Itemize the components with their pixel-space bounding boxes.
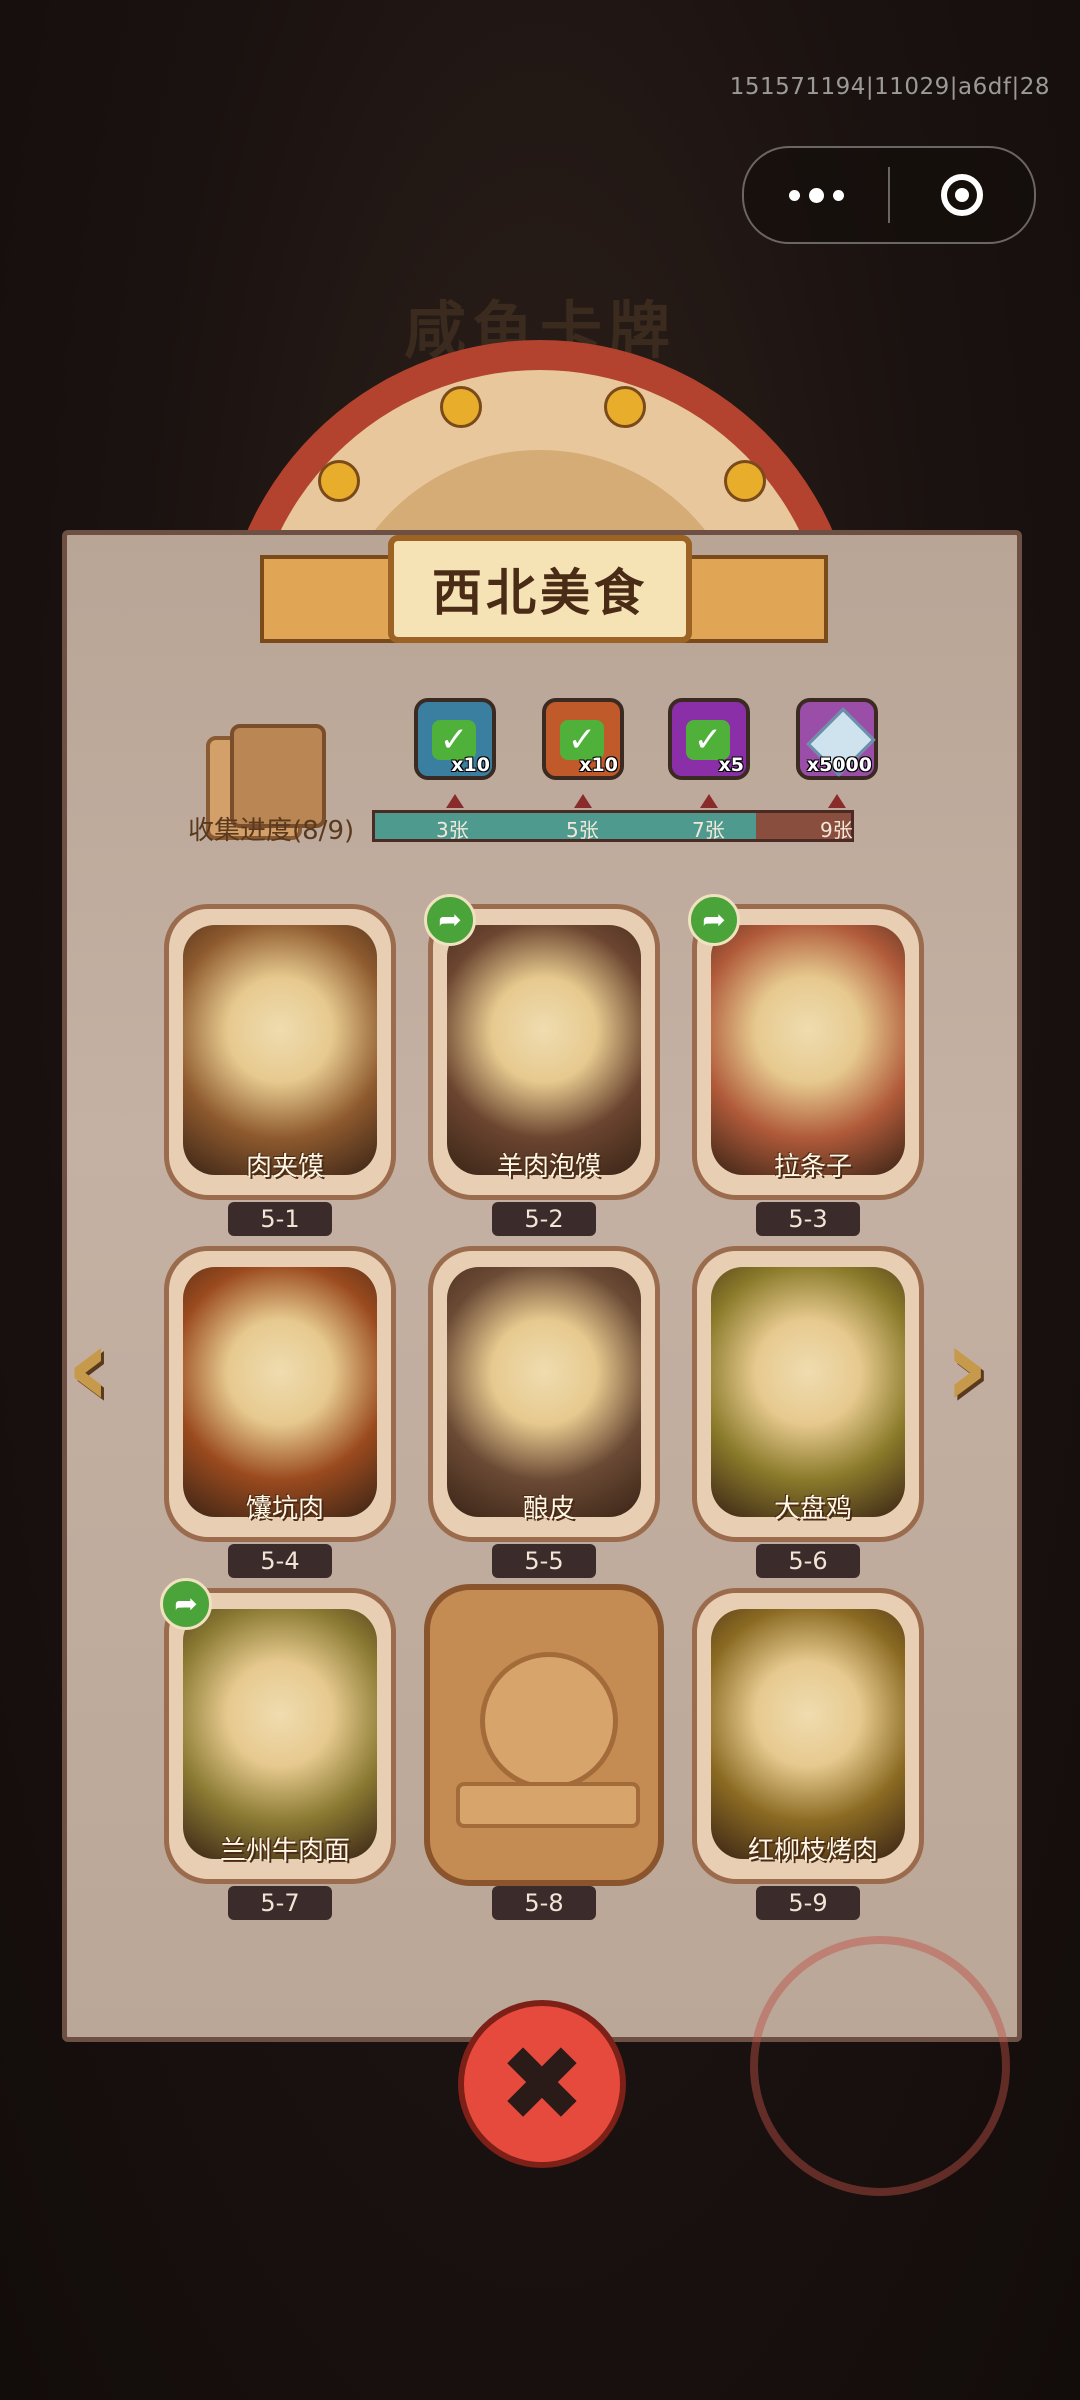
reward-quantity: x10 — [451, 754, 490, 776]
food-card-name: 馕坑肉 — [245, 1494, 324, 1524]
reward-crystal-gem-icon[interactable]: x5000 — [796, 698, 878, 780]
panel-title-ribbon: 西北美食 — [388, 535, 692, 643]
milestone-pointer — [828, 794, 846, 808]
card-number-tag: 5-6 — [756, 1544, 860, 1578]
food-card[interactable]: 肉夹馍 — [164, 904, 396, 1200]
card-number-tag: 5-2 — [492, 1202, 596, 1236]
card-number-tag: 5-3 — [756, 1202, 860, 1236]
exit-button[interactable] — [890, 148, 1034, 242]
more-dots-icon — [788, 187, 844, 203]
ribbon-right-tail — [670, 555, 828, 643]
reward-quantity: x5 — [718, 754, 744, 776]
locked-card[interactable] — [424, 1584, 664, 1886]
card-number-tag: 5-4 — [228, 1544, 332, 1578]
chevron-right-icon[interactable]: › — [944, 1312, 1014, 1422]
share-arrow-icon[interactable]: ➦ — [424, 894, 476, 946]
food-card-name: 羊肉泡馍 — [496, 1152, 601, 1182]
reward-quantity: x10 — [579, 754, 618, 776]
milestone-label: 3张 — [436, 818, 469, 842]
milestone-pointer — [574, 794, 592, 808]
card-number-tag: 5-9 — [756, 1886, 860, 1920]
chevron-left-icon[interactable]: ‹ — [66, 1312, 136, 1422]
card-number-tag: 5-1 — [228, 1202, 332, 1236]
food-card-name: 酿皮 — [522, 1494, 575, 1524]
close-button[interactable]: ✖ — [458, 2000, 626, 2168]
target-circle-icon — [941, 174, 983, 216]
food-card[interactable]: 羊肉泡馍 — [428, 904, 660, 1200]
food-illustration — [711, 925, 905, 1175]
milestone-label: 7张 — [692, 818, 725, 842]
locked-card-ribbon — [456, 1782, 640, 1828]
close-x-icon: ✖ — [498, 2023, 586, 2145]
reward-treasure-chest-icon[interactable]: ✓ x10 — [414, 698, 496, 780]
food-card[interactable]: 拉条子 — [692, 904, 924, 1200]
food-illustration — [711, 1267, 905, 1517]
milestone-label: 5张 — [566, 818, 599, 842]
arch-knob-icon — [724, 460, 766, 502]
panel-title: 西北美食 — [432, 564, 648, 622]
arch-knob-icon — [604, 386, 646, 428]
food-card[interactable]: 馕坑肉 — [164, 1246, 396, 1542]
milestone-pointer — [446, 794, 464, 808]
food-card-name: 肉夹馍 — [245, 1152, 324, 1182]
food-card-name: 红柳枝烤肉 — [747, 1836, 878, 1866]
food-illustration — [183, 1609, 377, 1859]
card-stack-icon — [206, 724, 326, 840]
share-arrow-icon[interactable]: ➦ — [160, 1578, 212, 1630]
seal-stamp — [750, 1936, 1010, 2196]
arch-knob-icon — [318, 460, 360, 502]
reward-scroll-ticket-icon[interactable]: ✓ x10 — [542, 698, 624, 780]
locked-card-emblem-icon — [480, 1652, 618, 1790]
card-number-tag: 5-5 — [492, 1544, 596, 1578]
food-illustration — [447, 925, 641, 1175]
milestone-pointer — [700, 794, 718, 808]
reward-quantity: x5000 — [806, 754, 872, 776]
food-card-name: 兰州牛肉面 — [219, 1836, 350, 1866]
food-card[interactable]: 兰州牛肉面 — [164, 1588, 396, 1884]
game-screen: 151571194|11029|a6df|28 咸鱼卡牌 西北美食 收集进度(8… — [0, 0, 1080, 2400]
food-card-name: 大盘鸡 — [773, 1494, 852, 1524]
collection-progress-label: 收集进度(8/9) — [188, 816, 355, 846]
food-illustration — [447, 1267, 641, 1517]
reward-purple-orb-icon[interactable]: ✓ x5 — [668, 698, 750, 780]
debug-id-text: 151571194|11029|a6df|28 — [729, 74, 1050, 100]
food-card[interactable]: 大盘鸡 — [692, 1246, 924, 1542]
card-number-tag: 5-8 — [492, 1886, 596, 1920]
milestone-label: 9张 — [820, 818, 853, 842]
food-illustration — [711, 1609, 905, 1859]
share-arrow-icon[interactable]: ➦ — [688, 894, 740, 946]
arch-knob-icon — [440, 386, 482, 428]
food-card[interactable]: 红柳枝烤肉 — [692, 1588, 924, 1884]
card-number-tag: 5-7 — [228, 1886, 332, 1920]
food-illustration — [183, 925, 377, 1175]
more-button[interactable] — [744, 148, 888, 242]
food-illustration — [183, 1267, 377, 1517]
mini-program-capsule — [742, 146, 1036, 244]
food-card[interactable]: 酿皮 — [428, 1246, 660, 1542]
food-card-name: 拉条子 — [773, 1152, 852, 1182]
